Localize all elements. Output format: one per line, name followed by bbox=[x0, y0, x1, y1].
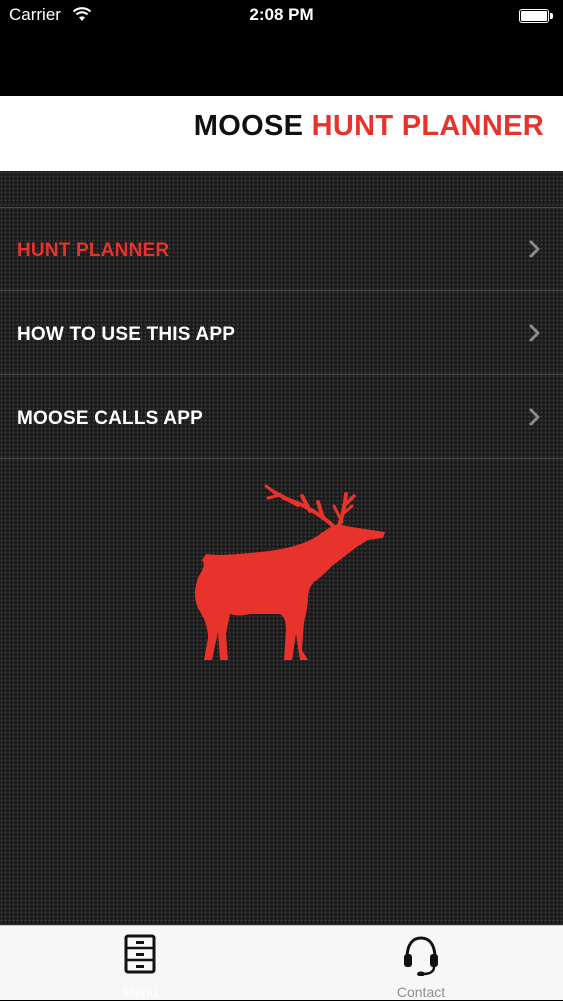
tab-menu[interactable]: Menu bbox=[70, 926, 210, 1001]
headset-icon bbox=[404, 936, 438, 976]
page-title: MOOSE HUNT PLANNER bbox=[194, 110, 544, 143]
title-moose: MOOSE bbox=[193, 110, 304, 142]
chevron-right-icon bbox=[529, 324, 540, 342]
status-bar: Carrier 2:08 PM bbox=[0, 0, 563, 32]
title-hunt-planner: HUNT PLANNER bbox=[311, 110, 544, 142]
menu-item-label: MOOSE CALLS APP bbox=[17, 408, 203, 429]
tab-bar: Menu Contact bbox=[0, 925, 563, 1000]
chevron-right-icon bbox=[529, 408, 540, 426]
menu-item-label: HUNT PLANNER bbox=[17, 240, 170, 261]
tab-contact[interactable]: Contact bbox=[351, 926, 491, 1001]
tab-label: Menu bbox=[122, 984, 158, 1000]
chevron-right-icon bbox=[529, 240, 540, 258]
elk-silhouette-icon bbox=[195, 484, 385, 660]
menu-item-how-to-use[interactable]: HOW TO USE THIS APP bbox=[0, 292, 563, 375]
tab-label: Contact bbox=[396, 984, 446, 1000]
menu-item-moose-calls[interactable]: MOOSE CALLS APP bbox=[0, 376, 563, 459]
menu-item-label: HOW TO USE THIS APP bbox=[17, 324, 236, 345]
menu-item-hunt-planner[interactable]: HUNT PLANNER bbox=[0, 208, 563, 291]
main-menu-panel: HUNT PLANNER HOW TO USE THIS APP MOOSE C… bbox=[0, 171, 563, 925]
app-header: MOOSE HUNT PLANNER bbox=[0, 96, 563, 171]
clock-label: 2:08 PM bbox=[249, 5, 314, 24]
battery-icon bbox=[519, 9, 553, 23]
file-cabinet-icon bbox=[124, 934, 156, 974]
